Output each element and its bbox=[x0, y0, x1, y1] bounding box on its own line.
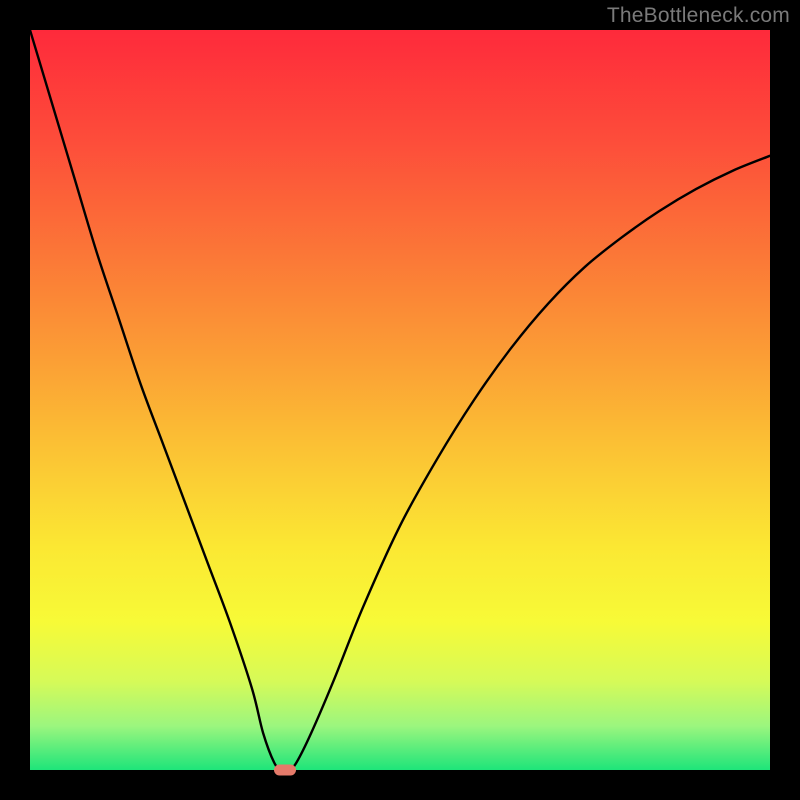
watermark-text: TheBottleneck.com bbox=[607, 4, 790, 28]
chart-svg bbox=[30, 30, 770, 770]
chart-frame: TheBottleneck.com bbox=[0, 0, 800, 800]
minimum-marker bbox=[274, 765, 296, 776]
plot-area bbox=[30, 30, 770, 770]
chart-background bbox=[30, 30, 770, 770]
